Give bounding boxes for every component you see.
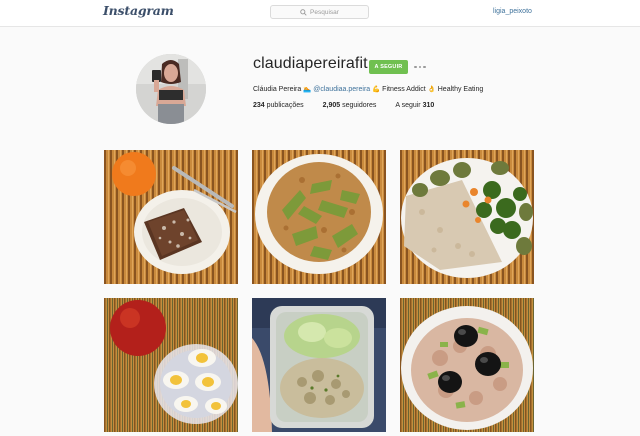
following-button[interactable]: A SEGUIR	[369, 60, 408, 74]
flexed-biceps-icon: 💪	[372, 85, 381, 93]
bio-name: Cláudia Pereira	[253, 86, 302, 93]
profile-avatar	[136, 54, 206, 124]
profile-stats: 234 publicações 2,905 seguidores A segui…	[253, 102, 453, 109]
ok-hand-icon: 👌	[427, 85, 436, 93]
bio-mention-link[interactable]: @claudiaa.pereira	[313, 86, 370, 93]
search-input[interactable]: Pesquisar	[270, 5, 369, 19]
bio-text-fitness: Fitness Addict	[382, 86, 426, 93]
post-thumbnail[interactable]	[252, 298, 386, 432]
swimmer-icon: 🏊	[303, 85, 312, 93]
post-thumbnail[interactable]	[400, 150, 534, 284]
posts-count: 234 publicações	[253, 102, 304, 109]
more-options-icon[interactable]	[414, 60, 426, 74]
search-placeholder: Pesquisar	[310, 8, 339, 16]
instagram-logo[interactable]: Instagram	[103, 3, 174, 18]
profile-handle: claudiapereirafit	[253, 55, 368, 72]
post-thumbnail[interactable]	[104, 150, 238, 284]
profile-bio: Cláudia Pereira 🏊 @claudiaa.pereira 💪 Fi…	[253, 85, 483, 93]
followers-count[interactable]: 2,905 seguidores	[323, 102, 377, 109]
post-thumbnail[interactable]	[400, 298, 534, 432]
post-thumbnail[interactable]	[104, 298, 238, 432]
following-count[interactable]: A seguir 310	[395, 102, 434, 109]
bio-text-healthy: Healthy Eating	[437, 86, 484, 93]
search-icon	[300, 8, 307, 16]
post-thumbnail[interactable]	[252, 150, 386, 284]
current-user-link[interactable]: ligia_peixoto	[493, 8, 532, 15]
top-navigation-bar: Instagram Pesquisar ligia_peixoto	[0, 0, 640, 27]
